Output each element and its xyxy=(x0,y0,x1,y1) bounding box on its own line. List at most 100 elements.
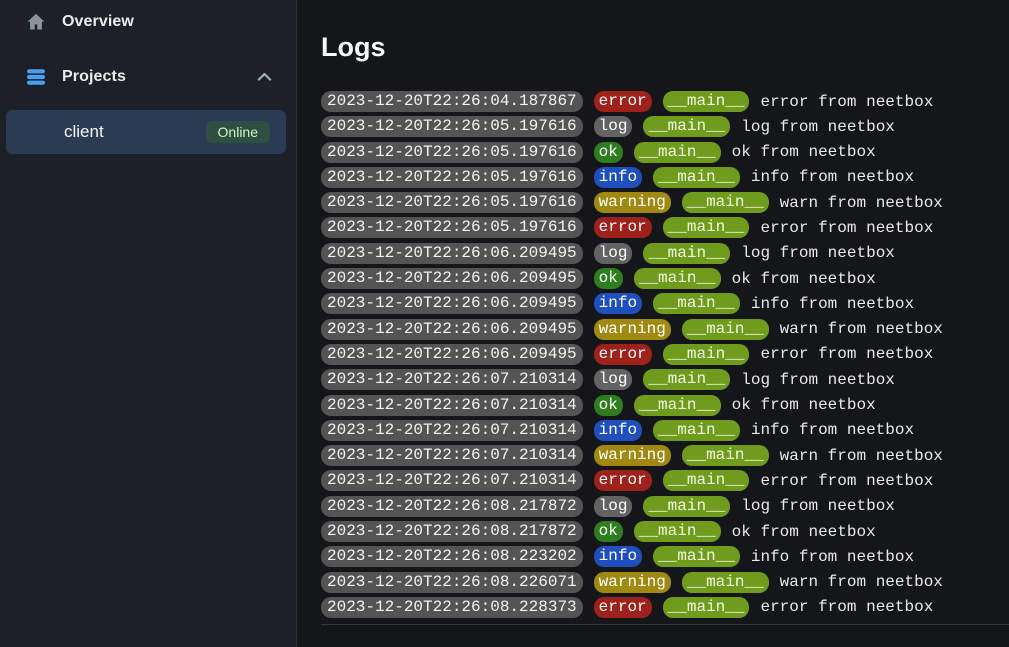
log-message: warn from neetbox xyxy=(780,320,943,338)
log-level-badge: error xyxy=(594,344,652,365)
log-level-badge: log xyxy=(594,243,633,264)
log-level-badge: warning xyxy=(594,192,671,213)
log-message: info from neetbox xyxy=(751,295,914,313)
log-message: log from neetbox xyxy=(741,371,895,389)
log-level-badge: info xyxy=(594,546,642,567)
log-level-badge: ok xyxy=(594,268,623,289)
log-level-badge: error xyxy=(594,217,652,238)
log-level-badge: error xyxy=(594,91,652,112)
sidebar-item-overview[interactable]: Overview xyxy=(0,7,296,37)
log-timestamp-badge: 2023-12-20T22:26:05.197616 xyxy=(321,217,583,238)
log-row: 2023-12-20T22:26:07.210314 ok __main__ o… xyxy=(321,395,1009,416)
log-message: log from neetbox xyxy=(741,118,895,136)
log-module-badge: __main__ xyxy=(643,116,730,137)
home-icon xyxy=(26,12,46,32)
log-message: ok from neetbox xyxy=(732,523,876,541)
log-module-badge: __main__ xyxy=(634,142,721,163)
log-level-badge: warning xyxy=(594,319,671,340)
log-module-badge: __main__ xyxy=(634,521,721,542)
project-name: client xyxy=(64,122,104,142)
log-timestamp-badge: 2023-12-20T22:26:05.197616 xyxy=(321,142,583,163)
log-row: 2023-12-20T22:26:07.210314 warning __mai… xyxy=(321,445,1009,466)
log-timestamp-badge: 2023-12-20T22:26:05.197616 xyxy=(321,192,583,213)
log-timestamp-badge: 2023-12-20T22:26:04.187867 xyxy=(321,91,583,112)
log-module-badge: __main__ xyxy=(653,420,740,441)
log-level-badge: error xyxy=(594,470,652,491)
log-row: 2023-12-20T22:26:06.209495 warning __mai… xyxy=(321,319,1009,340)
log-row: 2023-12-20T22:26:08.226071 warning __mai… xyxy=(321,572,1009,593)
log-message: error from neetbox xyxy=(760,345,933,363)
log-module-badge: __main__ xyxy=(653,546,740,567)
log-module-badge: __main__ xyxy=(643,243,730,264)
sidebar-item-projects-label: Projects xyxy=(62,68,126,86)
log-timestamp-badge: 2023-12-20T22:26:06.209495 xyxy=(321,243,583,264)
log-timestamp-badge: 2023-12-20T22:26:07.210314 xyxy=(321,395,583,416)
log-timestamp-badge: 2023-12-20T22:26:05.197616 xyxy=(321,116,583,137)
log-row: 2023-12-20T22:26:05.197616 ok __main__ o… xyxy=(321,142,1009,163)
log-module-badge: __main__ xyxy=(663,217,750,238)
log-module-badge: __main__ xyxy=(634,268,721,289)
log-message: error from neetbox xyxy=(760,472,933,490)
log-timestamp-badge: 2023-12-20T22:26:06.209495 xyxy=(321,293,583,314)
log-message: info from neetbox xyxy=(751,421,914,439)
log-message: error from neetbox xyxy=(760,93,933,111)
status-badge: Online xyxy=(206,121,270,143)
log-row: 2023-12-20T22:26:06.209495 info __main__… xyxy=(321,293,1009,314)
log-message: warn from neetbox xyxy=(780,573,943,591)
log-row: 2023-12-20T22:26:08.223202 info __main__… xyxy=(321,546,1009,567)
log-module-badge: __main__ xyxy=(682,192,769,213)
log-module-badge: __main__ xyxy=(634,395,721,416)
log-message: warn from neetbox xyxy=(780,447,943,465)
log-level-badge: info xyxy=(594,167,642,188)
log-level-badge: warning xyxy=(594,572,671,593)
log-message: info from neetbox xyxy=(751,548,914,566)
log-timestamp-badge: 2023-12-20T22:26:06.209495 xyxy=(321,319,583,340)
sidebar-item-projects[interactable]: Projects xyxy=(0,62,296,92)
log-message: ok from neetbox xyxy=(732,143,876,161)
log-list: 2023-12-20T22:26:04.187867 error __main_… xyxy=(321,91,1009,618)
log-timestamp-badge: 2023-12-20T22:26:06.209495 xyxy=(321,268,583,289)
projects-menu-icon xyxy=(26,67,46,87)
log-timestamp-badge: 2023-12-20T22:26:07.210314 xyxy=(321,369,583,390)
log-level-badge: info xyxy=(594,293,642,314)
log-timestamp-badge: 2023-12-20T22:26:07.210314 xyxy=(321,420,583,441)
log-message: info from neetbox xyxy=(751,168,914,186)
log-message: ok from neetbox xyxy=(732,270,876,288)
log-level-badge: log xyxy=(594,116,633,137)
log-level-badge: ok xyxy=(594,521,623,542)
log-message: log from neetbox xyxy=(741,244,895,262)
chevron-up-icon[interactable] xyxy=(257,72,272,82)
log-level-badge: error xyxy=(594,597,652,618)
sidebar-item-overview-label: Overview xyxy=(62,13,134,31)
log-module-badge: __main__ xyxy=(663,470,750,491)
log-module-badge: __main__ xyxy=(653,293,740,314)
log-module-badge: __main__ xyxy=(663,344,750,365)
log-level-badge: log xyxy=(594,496,633,517)
log-timestamp-badge: 2023-12-20T22:26:08.223202 xyxy=(321,546,583,567)
log-level-badge: ok xyxy=(594,395,623,416)
log-module-badge: __main__ xyxy=(682,445,769,466)
log-module-badge: __main__ xyxy=(663,91,750,112)
sidebar-item-client[interactable]: client Online xyxy=(6,110,286,154)
app-window: Overview Projects client Online Log xyxy=(0,0,1009,647)
sidebar: Overview Projects client Online xyxy=(0,0,297,647)
log-module-badge: __main__ xyxy=(643,496,730,517)
log-module-badge: __main__ xyxy=(643,369,730,390)
log-timestamp-badge: 2023-12-20T22:26:08.217872 xyxy=(321,496,583,517)
log-row: 2023-12-20T22:26:05.197616 warning __mai… xyxy=(321,192,1009,213)
log-row: 2023-12-20T22:26:05.197616 log __main__ … xyxy=(321,116,1009,137)
log-row: 2023-12-20T22:26:07.210314 error __main_… xyxy=(321,470,1009,491)
log-level-badge: ok xyxy=(594,142,623,163)
log-timestamp-badge: 2023-12-20T22:26:07.210314 xyxy=(321,470,583,491)
log-module-badge: __main__ xyxy=(682,319,769,340)
log-message: warn from neetbox xyxy=(780,194,943,212)
log-row: 2023-12-20T22:26:04.187867 error __main_… xyxy=(321,91,1009,112)
log-row: 2023-12-20T22:26:08.228373 error __main_… xyxy=(321,597,1009,618)
log-message: ok from neetbox xyxy=(732,396,876,414)
log-row: 2023-12-20T22:26:06.209495 log __main__ … xyxy=(321,243,1009,264)
log-row: 2023-12-20T22:26:06.209495 error __main_… xyxy=(321,344,1009,365)
log-module-badge: __main__ xyxy=(653,167,740,188)
log-row: 2023-12-20T22:26:05.197616 info __main__… xyxy=(321,167,1009,188)
log-row: 2023-12-20T22:26:07.210314 log __main__ … xyxy=(321,369,1009,390)
log-timestamp-badge: 2023-12-20T22:26:06.209495 xyxy=(321,344,583,365)
